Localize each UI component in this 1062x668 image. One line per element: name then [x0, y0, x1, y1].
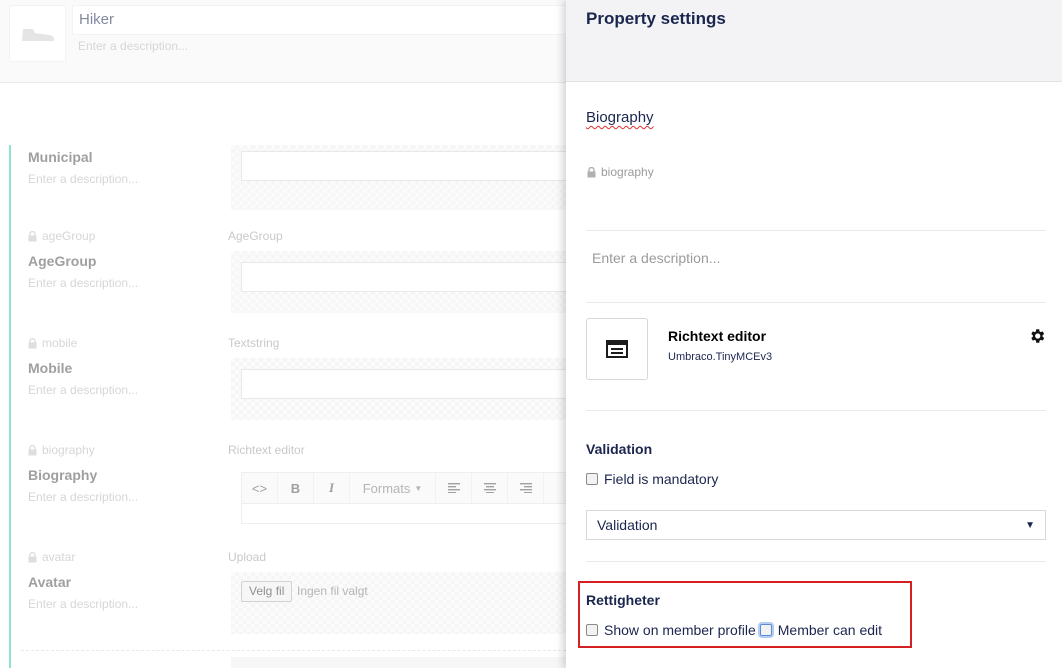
gear-icon[interactable]	[1028, 327, 1046, 345]
property-settings-panel: Property settings Biography biography En…	[566, 0, 1062, 668]
editor-icon-button[interactable]	[586, 318, 648, 380]
panel-header: Property settings	[566, 0, 1062, 82]
caret-down-icon: ▼	[1025, 519, 1035, 531]
mandatory-checkbox-row[interactable]: Field is mandatory	[586, 471, 718, 487]
divider	[586, 561, 1046, 562]
rights-title: Rettigheter	[586, 592, 660, 608]
property-alias-field[interactable]: biography	[587, 165, 654, 179]
richtext-editor-icon	[606, 340, 628, 358]
editor-alias: Umbraco.TinyMCEv3	[668, 351, 773, 363]
divider	[586, 230, 1046, 231]
lock-icon	[587, 166, 596, 177]
divider	[586, 302, 1046, 303]
property-name-input[interactable]: Biography	[586, 109, 654, 126]
rights-checkbox-row: Show on member profile Member can edit	[586, 622, 882, 638]
property-alias-text: biography	[601, 165, 654, 179]
show-on-profile-label: Show on member profile	[604, 622, 756, 638]
validation-select[interactable]: Validation ▼	[586, 510, 1046, 540]
validation-select-value: Validation	[597, 517, 658, 533]
mandatory-label: Field is mandatory	[604, 471, 719, 487]
divider	[586, 410, 1046, 411]
property-description-input[interactable]: Enter a description...	[592, 250, 720, 266]
mandatory-checkbox[interactable]	[586, 473, 598, 485]
validation-title: Validation	[586, 441, 653, 457]
member-can-edit-label: Member can edit	[777, 622, 883, 638]
show-on-profile-checkbox[interactable]	[586, 624, 598, 636]
member-can-edit-checkbox[interactable]	[759, 624, 772, 636]
dim-overlay	[0, 0, 566, 668]
panel-title: Property settings	[586, 9, 726, 28]
editor-name: Richtext editor	[668, 328, 767, 344]
